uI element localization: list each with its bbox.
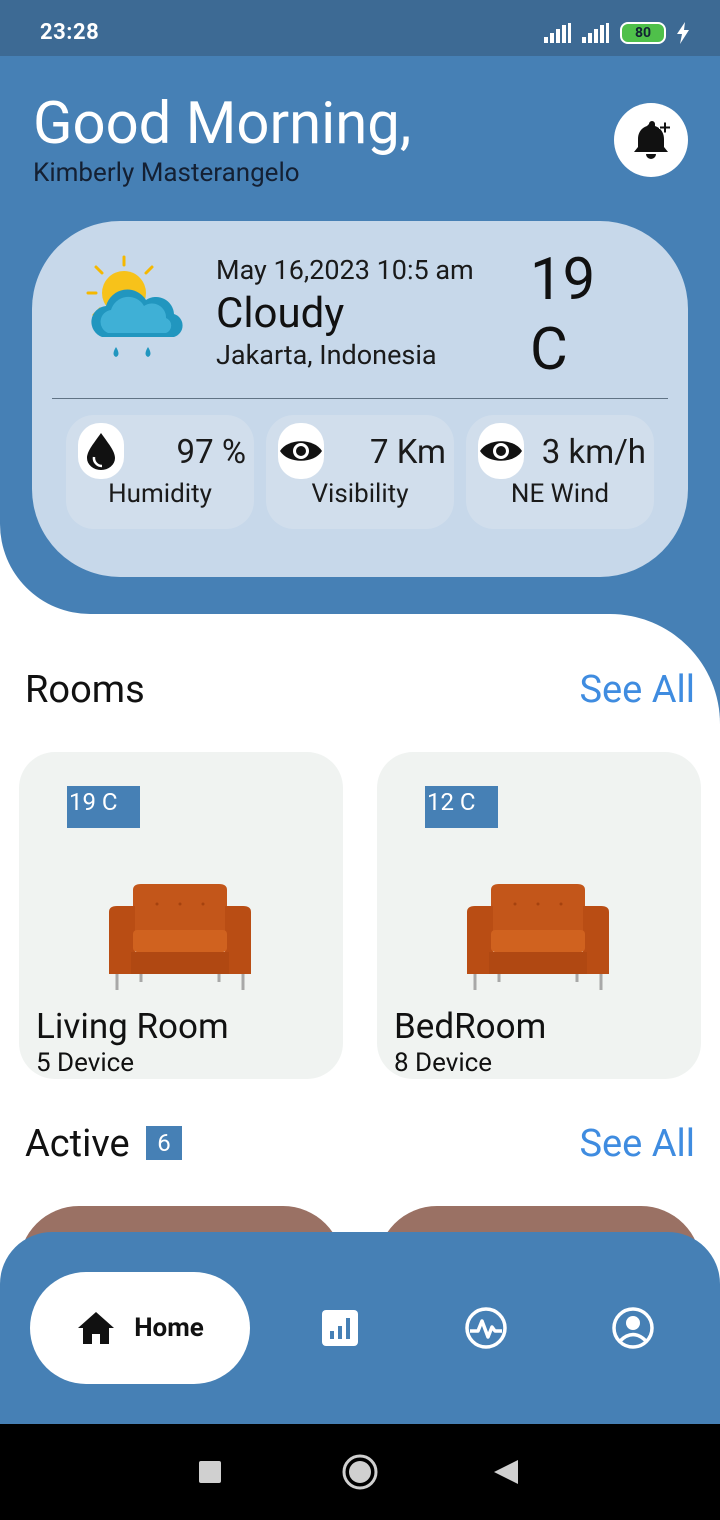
rooms-see-all-link[interactable]: See All	[579, 668, 695, 712]
bar-chart-icon	[322, 1310, 358, 1346]
active-count-badge: 6	[146, 1126, 182, 1160]
header: Good Morning, Kimberly Masterangelo May …	[0, 56, 720, 614]
status-bar: 23:28 80	[0, 0, 720, 56]
visibility-label: Visibility	[311, 479, 409, 509]
eye-icon	[278, 423, 324, 479]
home-system-button[interactable]	[340, 1452, 380, 1492]
room-temp-badge: 19 C	[67, 786, 140, 828]
user-name: Kimberly Masterangelo	[33, 158, 300, 188]
active-title: Active	[25, 1122, 130, 1166]
weather-location: Jakarta, Indonesia	[216, 339, 437, 371]
weather-card: May 16,2023 10:5 am Cloudy Jakarta, Indo…	[32, 221, 688, 577]
room-card-bedroom[interactable]: 12 C BedRoom 8 Device	[377, 752, 701, 1079]
room-name: Living Room	[36, 1006, 229, 1047]
nav-stats-button[interactable]	[318, 1306, 362, 1350]
greeting: Good Morning,	[33, 90, 412, 158]
room-device-count: 5 Device	[36, 1048, 135, 1078]
rooms-title: Rooms	[25, 668, 145, 712]
signal-icon	[582, 23, 609, 43]
room-card-living-room[interactable]: 19 C Living Room 5 Device	[19, 752, 343, 1079]
home-icon	[78, 1312, 115, 1344]
signal-icon	[544, 23, 571, 43]
active-see-all-link[interactable]: See All	[579, 1122, 695, 1166]
status-icons: 80	[544, 22, 690, 44]
activity-icon	[465, 1307, 507, 1349]
profile-icon	[612, 1307, 654, 1349]
bottom-navigation: Home	[0, 1232, 720, 1424]
divider	[52, 398, 668, 399]
back-button[interactable]	[492, 1458, 520, 1486]
weather-date: May 16,2023 10:5 am	[216, 254, 474, 286]
eye-icon	[478, 423, 524, 479]
partly-cloudy-rain-icon	[86, 255, 183, 357]
add-alarm-button[interactable]	[614, 103, 688, 177]
circle-icon	[342, 1454, 378, 1490]
square-icon	[199, 1461, 221, 1483]
nav-profile-button[interactable]	[611, 1306, 655, 1350]
room-temp-badge: 12 C	[425, 786, 498, 828]
battery-icon: 80	[620, 22, 666, 44]
room-device-count: 8 Device	[394, 1048, 493, 1078]
nav-home-button[interactable]: Home	[30, 1272, 250, 1384]
system-navigation-bar	[0, 1424, 720, 1520]
status-time: 23:28	[40, 20, 100, 45]
water-drop-icon	[78, 423, 124, 479]
wind-stat: 3 km/h NE Wind	[466, 415, 654, 529]
wind-label: NE Wind	[510, 479, 610, 509]
armchair-icon	[109, 884, 251, 990]
charging-icon	[677, 22, 689, 44]
humidity-value: 97 %	[176, 433, 246, 472]
humidity-label: Humidity	[108, 479, 212, 509]
armchair-icon	[467, 884, 609, 990]
nav-home-label: Home	[134, 1313, 204, 1343]
bell-plus-icon	[634, 121, 671, 159]
visibility-value: 7 Km	[369, 433, 446, 472]
visibility-stat: 7 Km Visibility	[266, 415, 454, 529]
wind-value: 3 km/h	[541, 433, 646, 472]
humidity-stat: 97 % Humidity	[66, 415, 254, 529]
recent-apps-button[interactable]	[198, 1460, 222, 1484]
weather-temperature: 19 C	[530, 246, 596, 384]
room-name: BedRoom	[394, 1006, 547, 1047]
nav-activity-button[interactable]	[464, 1306, 508, 1350]
weather-condition: Cloudy	[216, 289, 345, 338]
triangle-back-icon	[494, 1460, 518, 1484]
